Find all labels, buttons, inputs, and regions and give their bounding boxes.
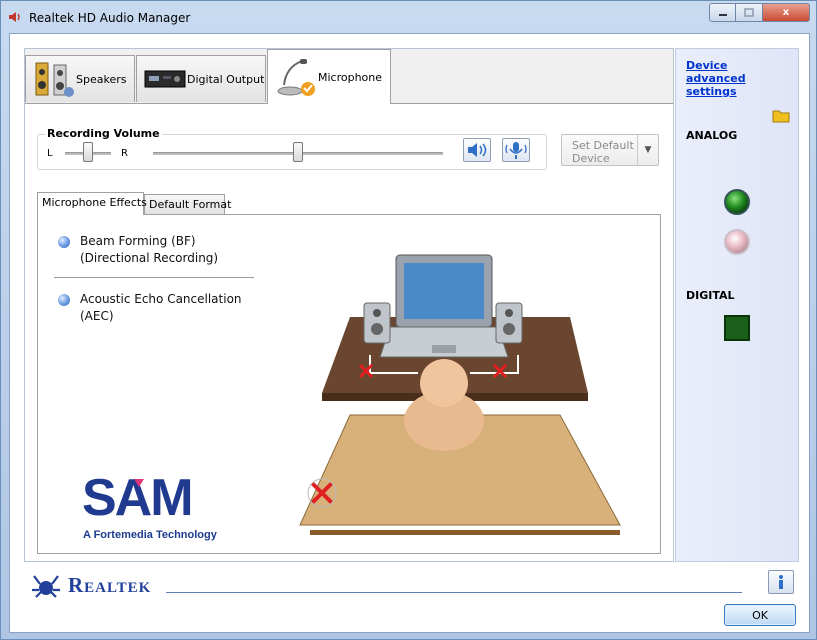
client-area: Speakers Digital Output Microphone Recor… xyxy=(9,33,810,633)
set-default-device-dropdown[interactable]: Set Default Device ▼ xyxy=(561,134,659,166)
volume-slider-thumb[interactable] xyxy=(293,142,303,162)
tab-label: Speakers xyxy=(76,72,127,86)
close-icon: x xyxy=(782,7,790,18)
info-button[interactable] xyxy=(768,570,794,594)
chevron-down-icon: ▼ xyxy=(637,135,658,165)
maximize-icon xyxy=(744,8,754,17)
set-default-device-label: Set Default Device xyxy=(572,139,634,165)
tab-microphone-effects[interactable]: Microphone Effects xyxy=(37,192,147,215)
option-line2: (AEC) xyxy=(80,309,114,323)
ok-label: OK xyxy=(752,608,768,622)
voice-recording-icon xyxy=(505,142,527,159)
realtek-crab-icon xyxy=(32,575,60,598)
window-title: Realtek HD Audio Manager xyxy=(29,11,191,25)
device-pane: Speakers Digital Output Microphone Recor… xyxy=(24,48,674,562)
speaker-volume-icon xyxy=(468,143,487,157)
speaker-app-icon xyxy=(9,12,20,22)
echo-cancellation-option[interactable]: Acoustic Echo Cancellation (AEC) xyxy=(58,291,242,325)
ok-button[interactable]: OK xyxy=(724,604,796,626)
close-button[interactable]: x xyxy=(763,3,810,22)
voice-recording-button[interactable] xyxy=(502,138,530,162)
recording-volume-label: Recording Volume xyxy=(45,127,162,140)
radio-bullet-icon xyxy=(58,294,70,306)
info-icon xyxy=(779,575,783,589)
analog-pink-jack[interactable] xyxy=(724,229,750,255)
tab-speakers[interactable]: Speakers xyxy=(25,55,135,102)
realtek-brand: Realtek xyxy=(68,572,152,597)
folder-icon[interactable] xyxy=(772,107,790,123)
device-tabs: Speakers Digital Output Microphone xyxy=(25,49,673,104)
analog-label: ANALOG xyxy=(686,129,738,142)
maximize-button[interactable] xyxy=(736,3,763,22)
radio-bullet-icon xyxy=(58,236,70,248)
option-line1: Beam Forming (BF) xyxy=(80,234,196,248)
microphone-icon xyxy=(277,59,315,96)
tab-microphone[interactable]: Microphone xyxy=(267,49,391,104)
realtek-logo: Realtek xyxy=(30,570,151,600)
option-line2: (Directional Recording) xyxy=(80,251,219,265)
beam-forming-option[interactable]: Beam Forming (BF) (Directional Recording… xyxy=(58,233,218,267)
minimize-icon xyxy=(718,13,727,16)
microphone-panel: Recording Volume L R Set Default Device … xyxy=(25,103,673,561)
title-bar: Realtek HD Audio Manager x xyxy=(1,1,816,35)
minimize-button[interactable] xyxy=(709,3,736,22)
device-sidebar: Device advanced settings ANALOG DIGITAL xyxy=(675,48,799,562)
balance-left-label: L xyxy=(47,148,53,159)
speakers-icon xyxy=(35,62,74,97)
app-window: Realtek HD Audio Manager x Speakers Digi… xyxy=(0,0,817,640)
footer-divider xyxy=(166,592,742,593)
laptop-desk-illustration xyxy=(299,254,621,535)
digital-port-icon[interactable] xyxy=(724,315,750,341)
tab-digital-output[interactable]: Digital Output xyxy=(136,55,266,102)
balance-right-label: R xyxy=(121,148,128,159)
microphone-effects-panel: Beam Forming (BF) (Directional Recording… xyxy=(37,214,661,554)
device-advanced-settings-link[interactable]: Device advanced settings xyxy=(686,59,786,98)
mute-button[interactable] xyxy=(463,138,491,162)
caption-buttons: x xyxy=(709,3,810,23)
sam-tagline: A Fortemedia Technology xyxy=(83,529,217,541)
tab-label: Digital Output xyxy=(187,72,265,86)
option-line1: Acoustic Echo Cancellation xyxy=(80,292,242,306)
analog-green-jack[interactable] xyxy=(724,189,750,215)
balance-slider-thumb[interactable] xyxy=(83,142,93,162)
digital-output-icon xyxy=(144,70,186,88)
tab-label: Microphone xyxy=(318,70,383,84)
option-divider xyxy=(54,277,254,278)
tab-default-format[interactable]: Default Format xyxy=(144,194,231,214)
digital-label: DIGITAL xyxy=(686,289,735,302)
subtab-label: Default Format xyxy=(149,198,232,211)
subtab-label: Microphone Effects xyxy=(42,196,147,209)
